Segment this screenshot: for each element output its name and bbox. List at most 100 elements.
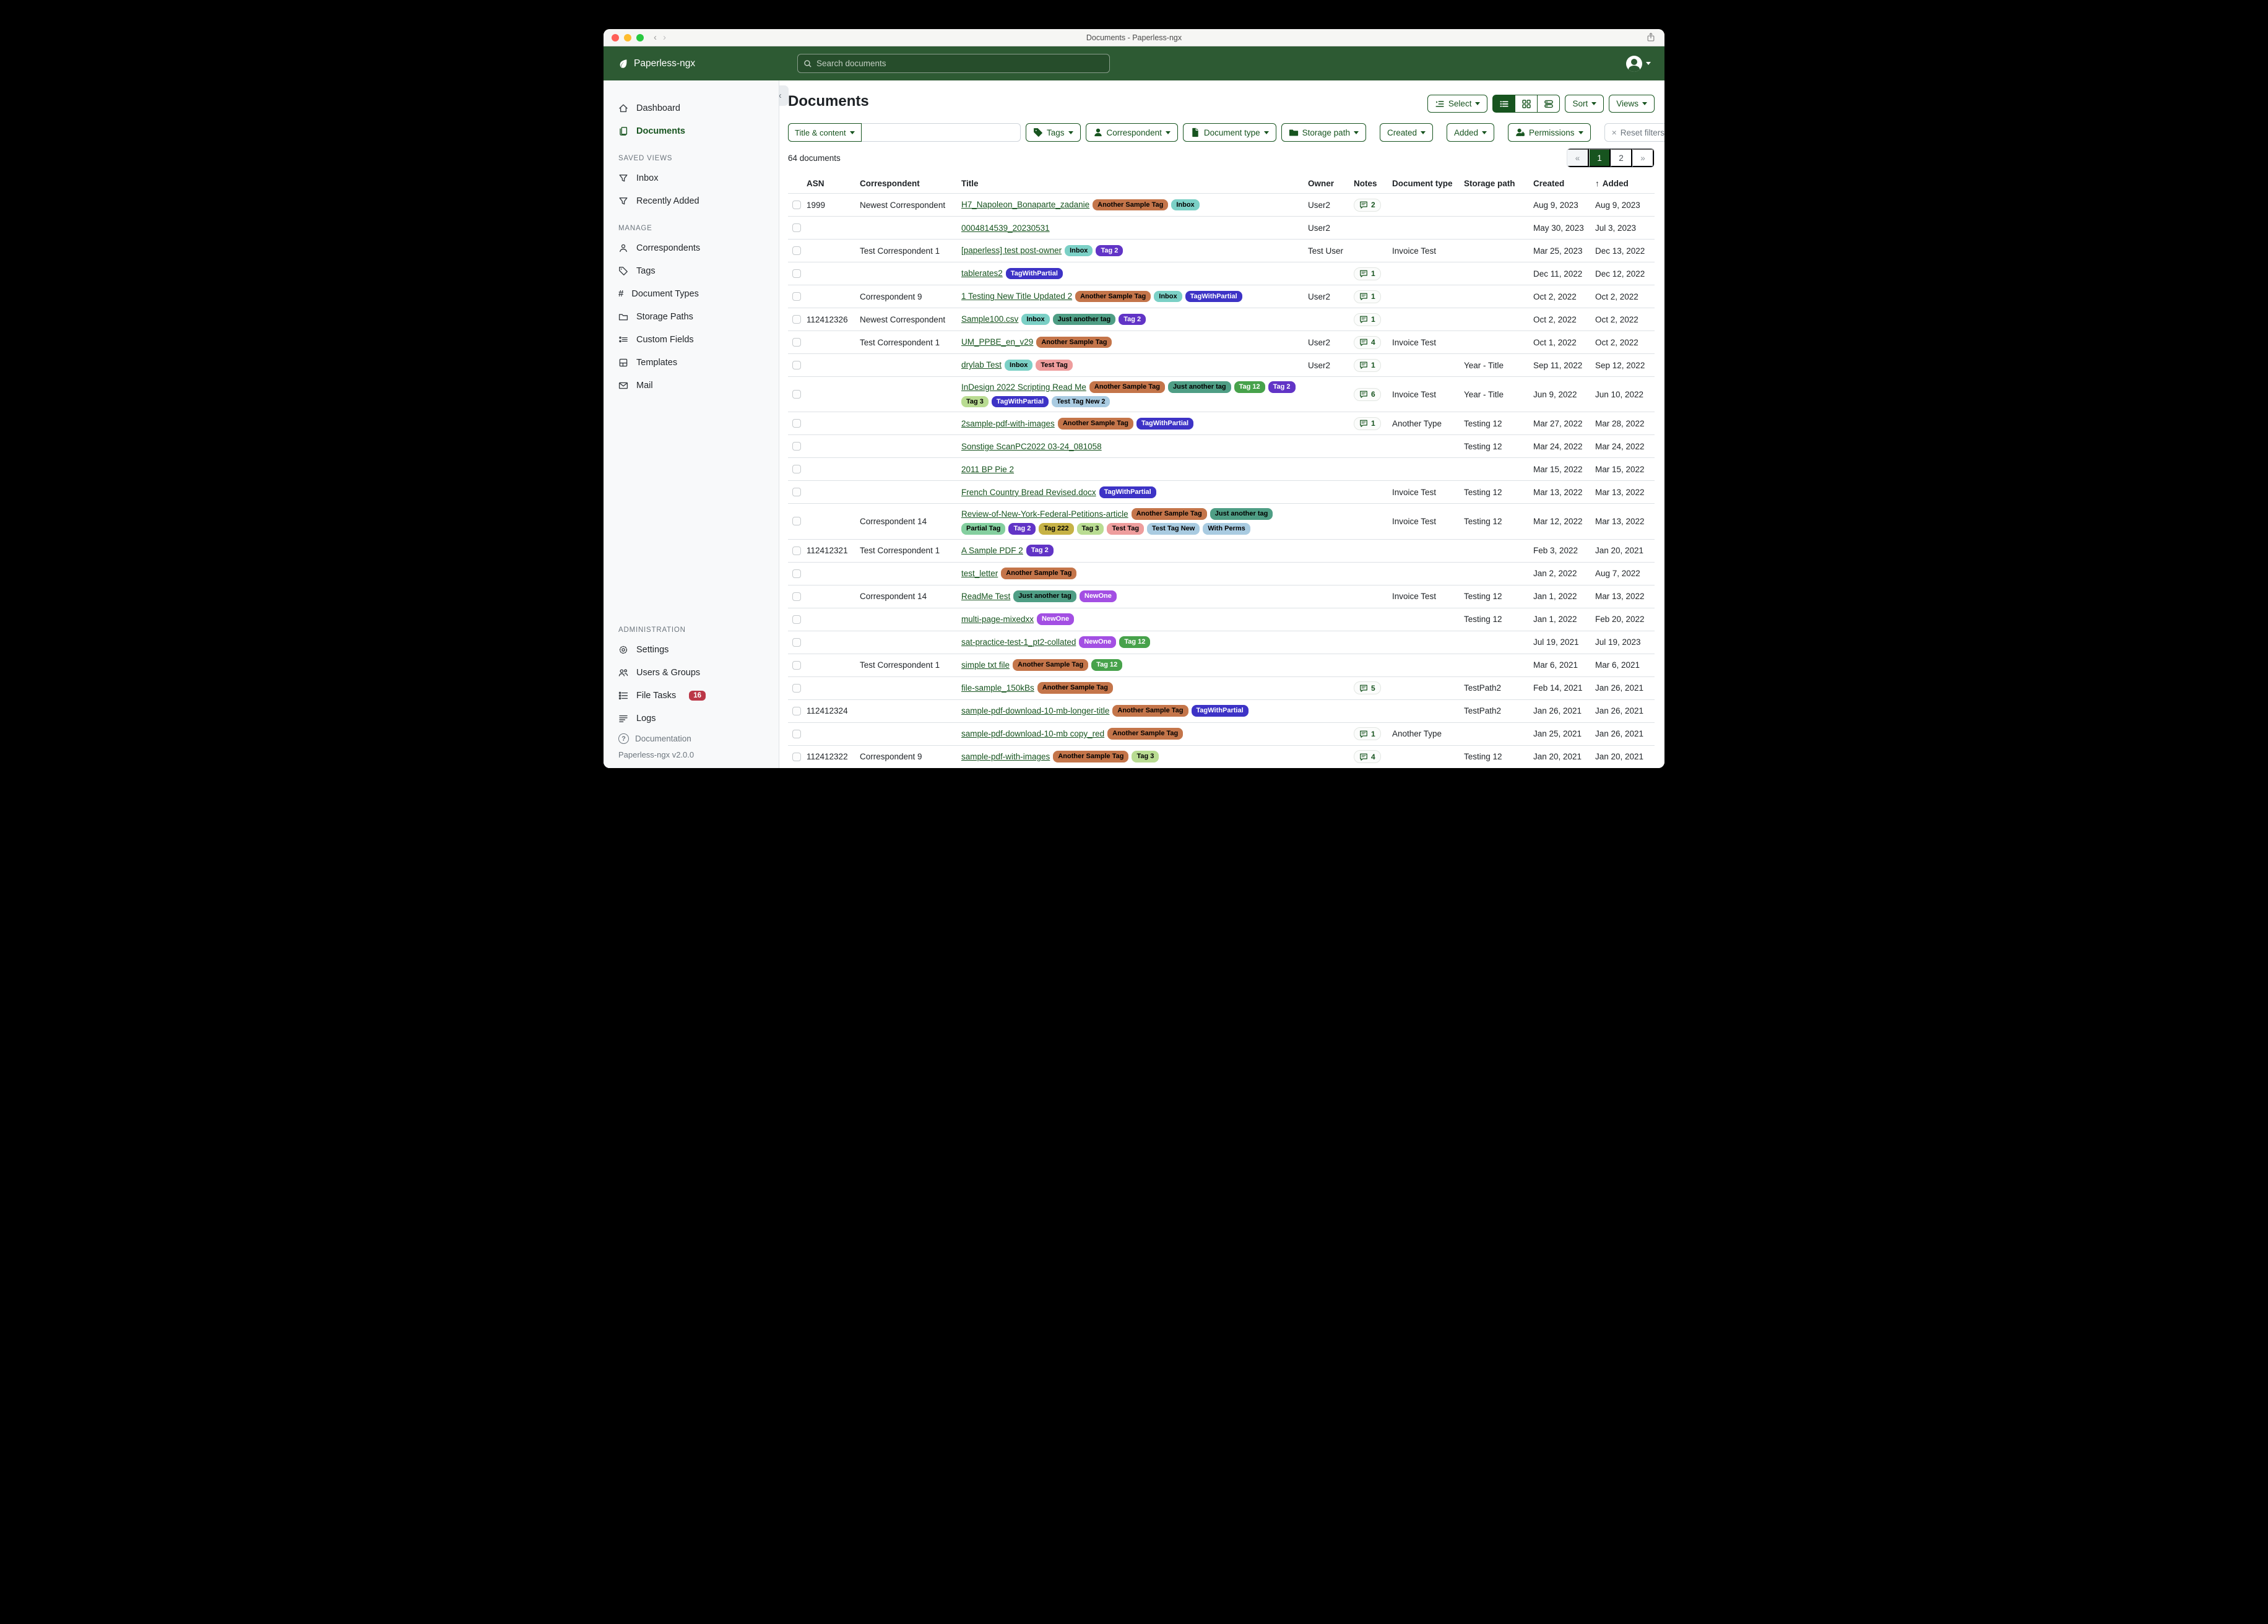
search-input[interactable] [816, 59, 1104, 68]
sidebar-item-storage-paths[interactable]: Storage Paths [604, 305, 779, 328]
tag-pill[interactable]: Tag 12 [1234, 381, 1265, 393]
title-content-dropdown-button[interactable]: Title & content [788, 123, 862, 142]
notes-badge[interactable]: 1 [1354, 417, 1381, 430]
tag-pill[interactable]: Partial Tag [961, 523, 1005, 535]
tag-pill[interactable]: NewOne [1037, 613, 1074, 625]
tag-pill[interactable]: Another Sample Tag [1112, 705, 1188, 717]
tag-pill[interactable]: Inbox [1005, 360, 1032, 371]
reset-filters-button[interactable]: ×Reset filters [1604, 123, 1664, 142]
document-title-link[interactable]: drylab Test [961, 360, 1002, 369]
sidebar-item-inbox[interactable]: Inbox [604, 166, 779, 189]
tag-pill[interactable]: Another Sample Tag [1075, 291, 1151, 303]
column-header-title[interactable]: Title [961, 179, 1308, 188]
row-checkbox[interactable] [792, 292, 801, 301]
tag-pill[interactable]: Just another tag [1210, 508, 1273, 520]
sidebar-item-recently-added[interactable]: Recently Added [604, 189, 779, 212]
user-menu[interactable] [1626, 56, 1651, 72]
view-mode-list-button[interactable] [1492, 95, 1515, 113]
sidebar-item-settings[interactable]: Settings [604, 638, 779, 661]
sidebar-item-mail[interactable]: Mail [604, 374, 779, 397]
document-title-link[interactable]: H7_Napoleon_Bonaparte_zadanie [961, 200, 1089, 209]
document-title-link[interactable]: 2011 BP Pie 2 [961, 465, 1014, 474]
tag-pill[interactable]: Tag 2 [1008, 523, 1036, 535]
tag-pill[interactable]: Tag 12 [1119, 636, 1150, 648]
document-title-link[interactable]: 0004814539_20230531 [961, 223, 1050, 233]
tag-pill[interactable]: Test Tag [1036, 360, 1073, 371]
document-title-link[interactable]: UM_PPBE_en_v29 [961, 337, 1033, 347]
tag-pill[interactable]: Tag 3 [961, 396, 989, 408]
notes-badge[interactable]: 4 [1354, 750, 1381, 763]
document-title-link[interactable]: [paperless] test post-owner [961, 246, 1062, 255]
tag-pill[interactable]: Another Sample Tag [1037, 682, 1113, 694]
notes-badge[interactable]: 2 [1354, 199, 1381, 212]
tag-pill[interactable]: Tag 2 [1268, 381, 1296, 393]
sidebar-item-dashboard[interactable]: Dashboard [604, 97, 779, 119]
row-checkbox[interactable] [792, 269, 801, 278]
tag-pill[interactable]: TagWithPartial [1136, 418, 1193, 430]
tag-pill[interactable]: Test Tag New [1147, 523, 1200, 535]
tag-pill[interactable]: TagWithPartial [1099, 486, 1156, 498]
notes-badge[interactable]: 6 [1354, 388, 1381, 401]
document-title-link[interactable]: file-sample_150kBs [961, 683, 1034, 693]
notes-badge[interactable]: 1 [1354, 267, 1381, 280]
document-title-link[interactable]: A Sample PDF 2 [961, 546, 1023, 555]
row-checkbox[interactable] [792, 315, 801, 324]
brand[interactable]: Paperless-ngx [618, 58, 695, 69]
tag-pill[interactable]: Another Sample Tag [1089, 381, 1165, 393]
row-checkbox[interactable] [792, 707, 801, 715]
row-checkbox[interactable] [792, 753, 801, 761]
filter-storage-path-button[interactable]: Storage path [1281, 123, 1366, 142]
document-title-link[interactable]: Sample100.csv [961, 314, 1018, 324]
tag-pill[interactable]: TagWithPartial [1006, 268, 1063, 280]
tag-pill[interactable]: With Perms [1203, 523, 1250, 535]
tag-pill[interactable]: Tag 222 [1039, 523, 1073, 535]
tag-pill[interactable]: Another Sample Tag [1036, 337, 1112, 348]
pagination-page-2-button[interactable]: 2 [1611, 149, 1632, 167]
tag-pill[interactable]: Tag 2 [1096, 245, 1123, 257]
select-button[interactable]: Select [1427, 95, 1488, 113]
row-checkbox[interactable] [792, 546, 801, 555]
sidebar-item-users-groups[interactable]: Users & Groups [604, 661, 779, 684]
document-title-link[interactable]: sample-pdf-with-images [961, 752, 1050, 761]
tag-pill[interactable]: NewOne [1080, 590, 1117, 602]
row-checkbox[interactable] [792, 223, 801, 232]
tag-pill[interactable]: TagWithPartial [992, 396, 1049, 408]
filter-created-button[interactable]: Created [1380, 123, 1433, 142]
column-header-owner[interactable]: Owner [1308, 179, 1354, 188]
filter-permissions-button[interactable]: Permissions [1508, 123, 1591, 142]
tag-pill[interactable]: Another Sample Tag [1013, 659, 1088, 671]
sidebar-item-documents[interactable]: Documents [604, 119, 779, 142]
tag-pill[interactable]: Tag 2 [1026, 545, 1054, 556]
tag-pill[interactable]: Just another tag [1053, 314, 1116, 326]
sidebar-item-document-types[interactable]: #Document Types [604, 282, 779, 305]
sidebar-item-tags[interactable]: Tags [604, 259, 779, 282]
document-title-link[interactable]: sat-practice-test-1_pt2-collated [961, 637, 1076, 647]
document-title-link[interactable]: test_letter [961, 569, 998, 578]
title-content-input[interactable] [862, 123, 1021, 142]
notes-badge[interactable]: 5 [1354, 681, 1381, 694]
view-mode-grid-button[interactable] [1515, 95, 1538, 113]
sort-button[interactable]: Sort [1565, 95, 1604, 113]
row-checkbox[interactable] [792, 246, 801, 255]
sidebar-item-logs[interactable]: Logs [604, 707, 779, 730]
tag-pill[interactable]: Just another tag [1168, 381, 1231, 393]
row-checkbox[interactable] [792, 730, 801, 738]
notes-badge[interactable]: 1 [1354, 313, 1381, 326]
tag-pill[interactable]: Tag 3 [1077, 523, 1104, 535]
tag-pill[interactable]: TagWithPartial [1192, 705, 1249, 717]
row-checkbox[interactable] [792, 361, 801, 369]
view-mode-cards-button[interactable] [1537, 95, 1560, 113]
row-checkbox[interactable] [792, 517, 801, 525]
document-title-link[interactable]: Review-of-New-York-Federal-Petitions-art… [961, 509, 1128, 519]
filter-tags-button[interactable]: Tags [1026, 123, 1081, 142]
share-icon[interactable] [1646, 32, 1656, 42]
filter-added-button[interactable]: Added [1447, 123, 1494, 142]
sidebar-item-file-tasks[interactable]: File Tasks16 [604, 684, 779, 707]
sidebar-item-templates[interactable]: Templates [604, 351, 779, 374]
tag-pill[interactable]: Tag 3 [1132, 751, 1159, 762]
tag-pill[interactable]: Inbox [1171, 199, 1199, 211]
tag-pill[interactable]: Tag 2 [1119, 314, 1146, 326]
tag-pill[interactable]: Another Sample Tag [1132, 508, 1207, 520]
column-header-correspondent[interactable]: Correspondent [860, 179, 961, 188]
filter-document-type-button[interactable]: Document type [1183, 123, 1276, 142]
